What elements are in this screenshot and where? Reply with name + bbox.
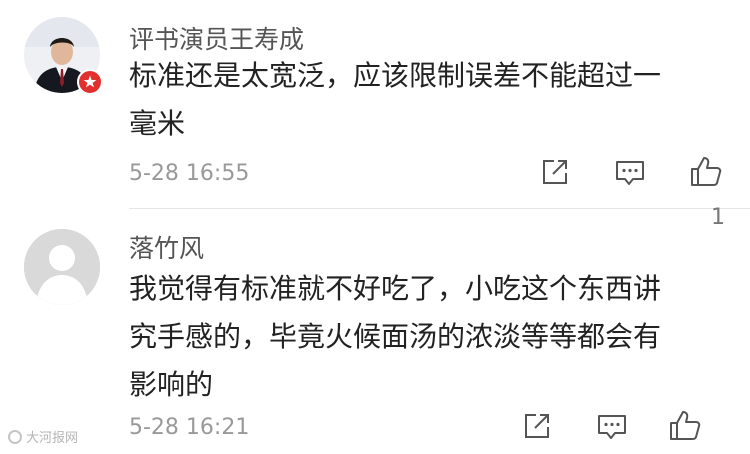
comment-text-line: 我觉得有标准就不好吃了，小吃这个东西讲 [129, 272, 662, 305]
comment-text-line: 毫米 [129, 107, 186, 140]
share-button[interactable] [519, 408, 555, 448]
watermark-logo-icon [8, 430, 22, 444]
watermark: 大河报网 [8, 427, 78, 446]
comment-text-line: 标准还是太宽泛，应该限制误差不能超过一 [129, 59, 662, 92]
watermark-text: 大河报网 [26, 431, 79, 446]
comment-item: 评书演员王寿成 标准还是太宽泛，应该限制误差不能超过一 毫米 5-28 16:5… [0, 0, 750, 208]
verified-badge-icon [77, 69, 103, 95]
comment-item: 落竹风 我觉得有标准就不好吃了，小吃这个东西讲 究手感的，毕竟火候面汤的浓淡等等… [0, 209, 750, 454]
like-button[interactable] [667, 408, 703, 448]
default-avatar-icon [24, 229, 100, 305]
share-icon [543, 160, 567, 184]
like-icon [691, 157, 722, 186]
reply-icon [616, 161, 644, 185]
comment-username[interactable]: 落竹风 [129, 229, 204, 265]
comment-timestamp: 5-28 16:21 [129, 415, 250, 440]
reply-icon [598, 415, 626, 439]
reply-button[interactable] [612, 154, 648, 194]
comment-text-line: 究手感的，毕竟火候面汤的浓淡等等都会有 [129, 320, 662, 353]
comment-text-line: 影响的 [129, 368, 214, 401]
comment-username[interactable]: 评书演员王寿成 [129, 20, 304, 56]
share-button[interactable] [537, 154, 573, 194]
comment-timestamp: 5-28 16:55 [129, 161, 250, 186]
like-count: 1 [711, 205, 725, 230]
avatar[interactable] [24, 229, 100, 305]
comment-text: 标准还是太宽泛，应该限制误差不能超过一 毫米 [129, 52, 729, 148]
like-icon [670, 411, 701, 440]
reply-button[interactable] [594, 408, 630, 448]
like-button[interactable] [688, 154, 724, 194]
comment-text: 我觉得有标准就不好吃了，小吃这个东西讲 究手感的，毕竟火候面汤的浓淡等等都会有 … [129, 265, 729, 409]
share-icon [525, 414, 549, 438]
